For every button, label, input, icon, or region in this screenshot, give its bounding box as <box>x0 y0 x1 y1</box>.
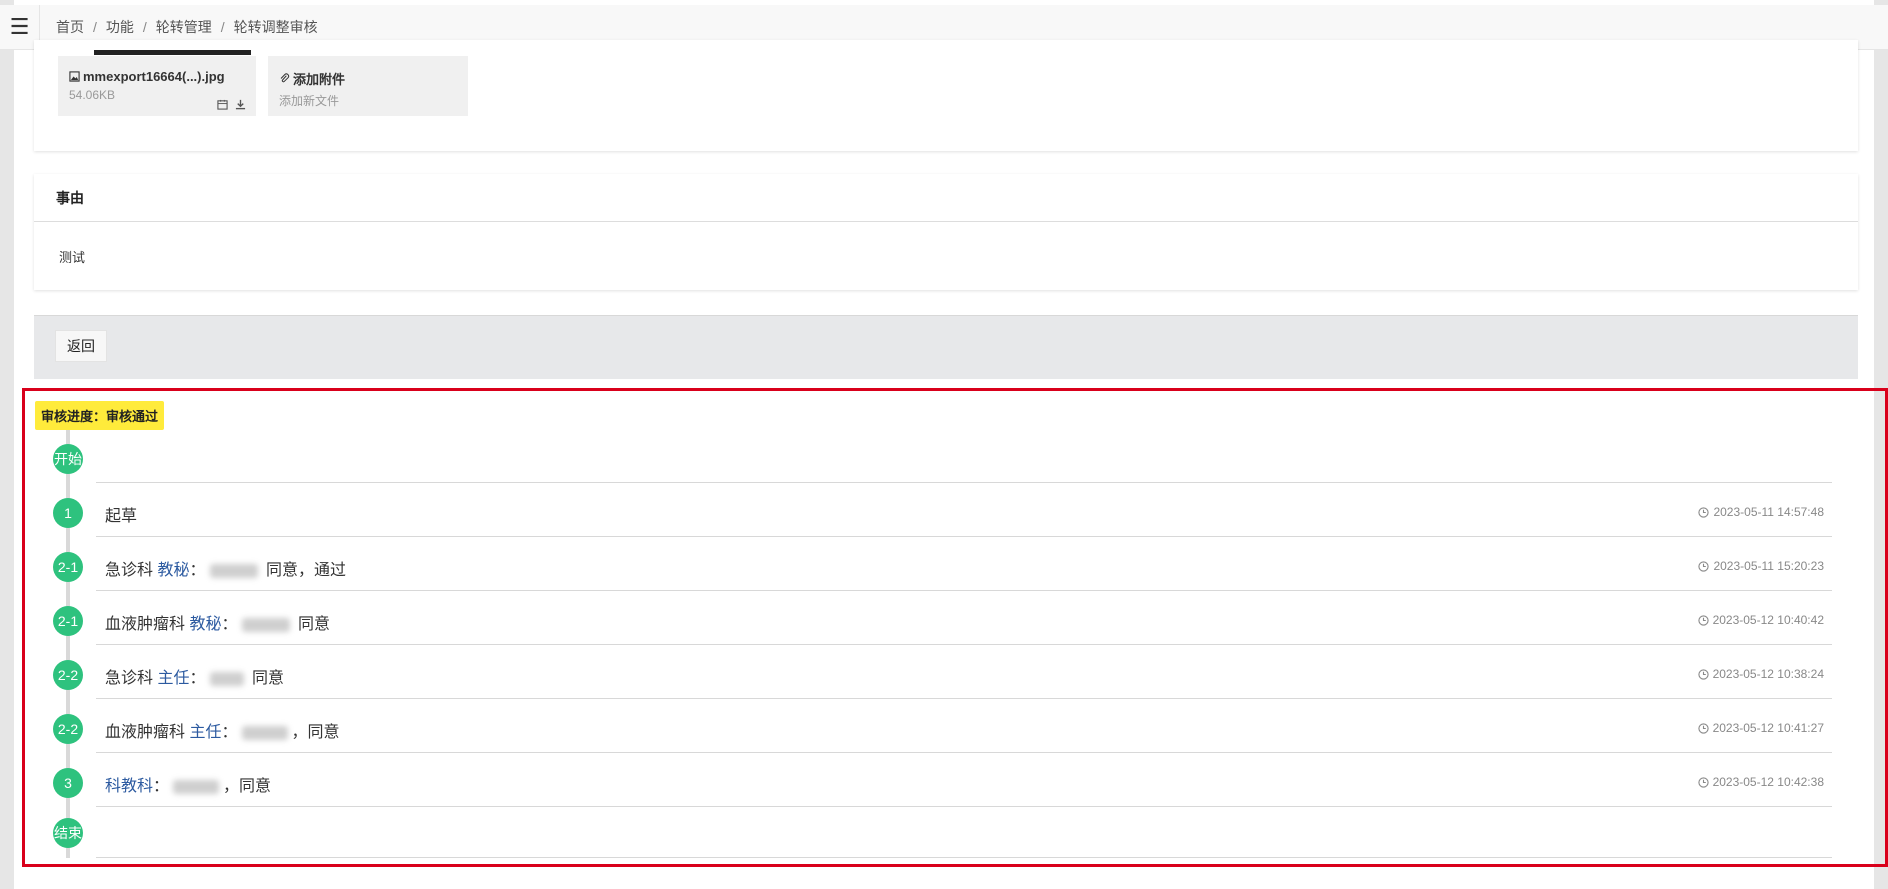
timeline-time: 2023-05-12 10:38:24 <box>1697 667 1824 681</box>
paperclip-icon <box>280 73 290 83</box>
timeline-row: 科教科： ，同意 2023-05-12 10:42:38 <box>96 753 1832 807</box>
timestamp: 2023-05-12 10:38:24 <box>1712 667 1824 681</box>
clock-icon <box>1698 560 1710 572</box>
timeline-node: 2-2 <box>53 660 83 690</box>
timeline-text: 血液肿瘤科 主任： ，同意 <box>105 724 340 741</box>
timeline-node: 2-1 <box>53 552 83 582</box>
dept-name: 血液肿瘤科 <box>105 724 186 741</box>
role-name: 主任 <box>189 724 222 741</box>
role-name: 科教科 <box>105 778 154 795</box>
form-footer: 返回 <box>34 315 1858 379</box>
reason-panel: 事由 测试 <box>34 174 1858 290</box>
breadcrumb: 首页 / 功能 / 轮转管理 / 轮转调整审核 <box>56 17 318 37</box>
timeline-time: 2023-05-12 10:42:38 <box>1697 775 1824 789</box>
breadcrumb-separator: / <box>220 19 225 35</box>
timestamp: 2023-05-12 10:41:27 <box>1712 721 1824 735</box>
breadcrumb-current: 轮转调整审核 <box>233 19 318 35</box>
reason-title: 事由 <box>34 174 1858 222</box>
opinion: ，同意 <box>291 724 340 741</box>
reason-content: 测试 <box>59 250 86 265</box>
timeline-time: 2023-05-11 15:20:23 <box>1698 559 1824 573</box>
opinion: 同意 <box>247 670 284 687</box>
clock-icon <box>1697 614 1709 626</box>
status-badge: 审核进度：审核通过 <box>35 401 165 430</box>
redacted-name <box>241 725 288 740</box>
timeline-text: 血液肿瘤科 教秘： 同意 <box>105 616 330 633</box>
redacted-name <box>173 779 220 794</box>
add-attachment-card[interactable]: 添加附件 添加新文件 <box>268 56 468 116</box>
timeline-text: 急诊科 教秘： 同意，通过 <box>105 562 346 579</box>
opinion: 同意 <box>293 616 330 633</box>
dept-name: 起草 <box>105 508 138 525</box>
opinion: 同意，通过 <box>261 562 346 579</box>
timeline-row: 急诊科 教秘： 同意，通过 2023-05-11 15:20:23 <box>96 537 1832 591</box>
timeline-time: 2023-05-12 10:41:27 <box>1697 721 1824 735</box>
attachments-panel: mmexport16664(...).jpg 54.06KB 添加附件 添加新文… <box>34 40 1858 151</box>
timeline-node: 2-2 <box>53 714 83 744</box>
attachment-title: mmexport16664(...).jpg <box>69 69 245 84</box>
timeline-node: 2-1 <box>53 606 83 636</box>
timeline-text: 起草 <box>105 502 137 526</box>
role-name: 教秘 <box>189 616 222 633</box>
timeline-node: 3 <box>53 768 83 798</box>
timeline-node: 1 <box>53 498 83 528</box>
download-icon[interactable] <box>235 99 246 110</box>
add-attachment-label[interactable]: 添加附件 <box>293 69 345 88</box>
clock-icon <box>1697 668 1709 680</box>
timestamp: 2023-05-12 10:40:42 <box>1712 613 1824 627</box>
breadcrumb-separator: / <box>93 19 97 35</box>
timeline-row: 血液肿瘤科 教秘： 同意 2023-05-12 10:40:42 <box>96 591 1832 645</box>
left-gutter <box>0 0 14 889</box>
breadcrumb-separator: / <box>142 19 147 35</box>
clock-icon <box>1698 506 1710 518</box>
role-name: 教秘 <box>157 562 190 579</box>
breadcrumb-home[interactable]: 首页 <box>56 17 84 37</box>
opinion: ，同意 <box>223 778 272 795</box>
redacted-name <box>241 617 290 632</box>
timeline-row <box>96 429 1832 483</box>
dept-name: 急诊科 <box>105 670 154 687</box>
timeline-time: 2023-05-11 14:57:48 <box>1698 505 1824 519</box>
dept-name: 急诊科 <box>105 562 154 579</box>
timeline-time: 2023-05-12 10:40:42 <box>1697 613 1824 627</box>
timeline-row: 急诊科 主任： 同意 2023-05-12 10:38:24 <box>96 645 1832 699</box>
add-attachment-title: 添加附件 <box>279 69 457 88</box>
role-name: 主任 <box>157 670 190 687</box>
dept-name: 血液肿瘤科 <box>105 616 186 633</box>
attachment-card[interactable]: mmexport16664(...).jpg 54.06KB <box>58 56 256 116</box>
calendar-icon[interactable] <box>217 99 228 110</box>
timeline-text: 急诊科 主任： 同意 <box>105 670 284 687</box>
timeline-row: 起草 2023-05-11 14:57:48 <box>96 483 1832 537</box>
back-button[interactable]: 返回 <box>55 330 107 362</box>
timeline-node-start: 开始 <box>53 444 83 474</box>
attachment-name[interactable]: mmexport16664(...).jpg <box>83 69 225 84</box>
clock-icon <box>1697 776 1709 788</box>
timeline-text: 科教科： ，同意 <box>105 778 272 795</box>
breadcrumb-function[interactable]: 功能 <box>106 17 134 37</box>
add-attachment-sub: 添加新文件 <box>279 94 340 108</box>
redacted-name <box>209 671 244 686</box>
image-thumbnail[interactable] <box>94 50 251 55</box>
timestamp: 2023-05-12 10:42:38 <box>1712 775 1824 789</box>
timestamp: 2023-05-11 14:57:48 <box>1713 505 1824 519</box>
timestamp: 2023-05-11 15:20:23 <box>1713 559 1824 573</box>
image-file-icon <box>69 71 80 82</box>
breadcrumb-rotation-management[interactable]: 轮转管理 <box>156 17 212 37</box>
timeline-row: 血液肿瘤科 主任： ，同意 2023-05-12 10:41:27 <box>96 699 1832 753</box>
timeline-row <box>96 804 1832 858</box>
clock-icon <box>1697 722 1709 734</box>
redacted-name <box>209 563 258 578</box>
attachment-actions <box>217 99 246 110</box>
timeline-node-end: 结束 <box>53 818 83 848</box>
